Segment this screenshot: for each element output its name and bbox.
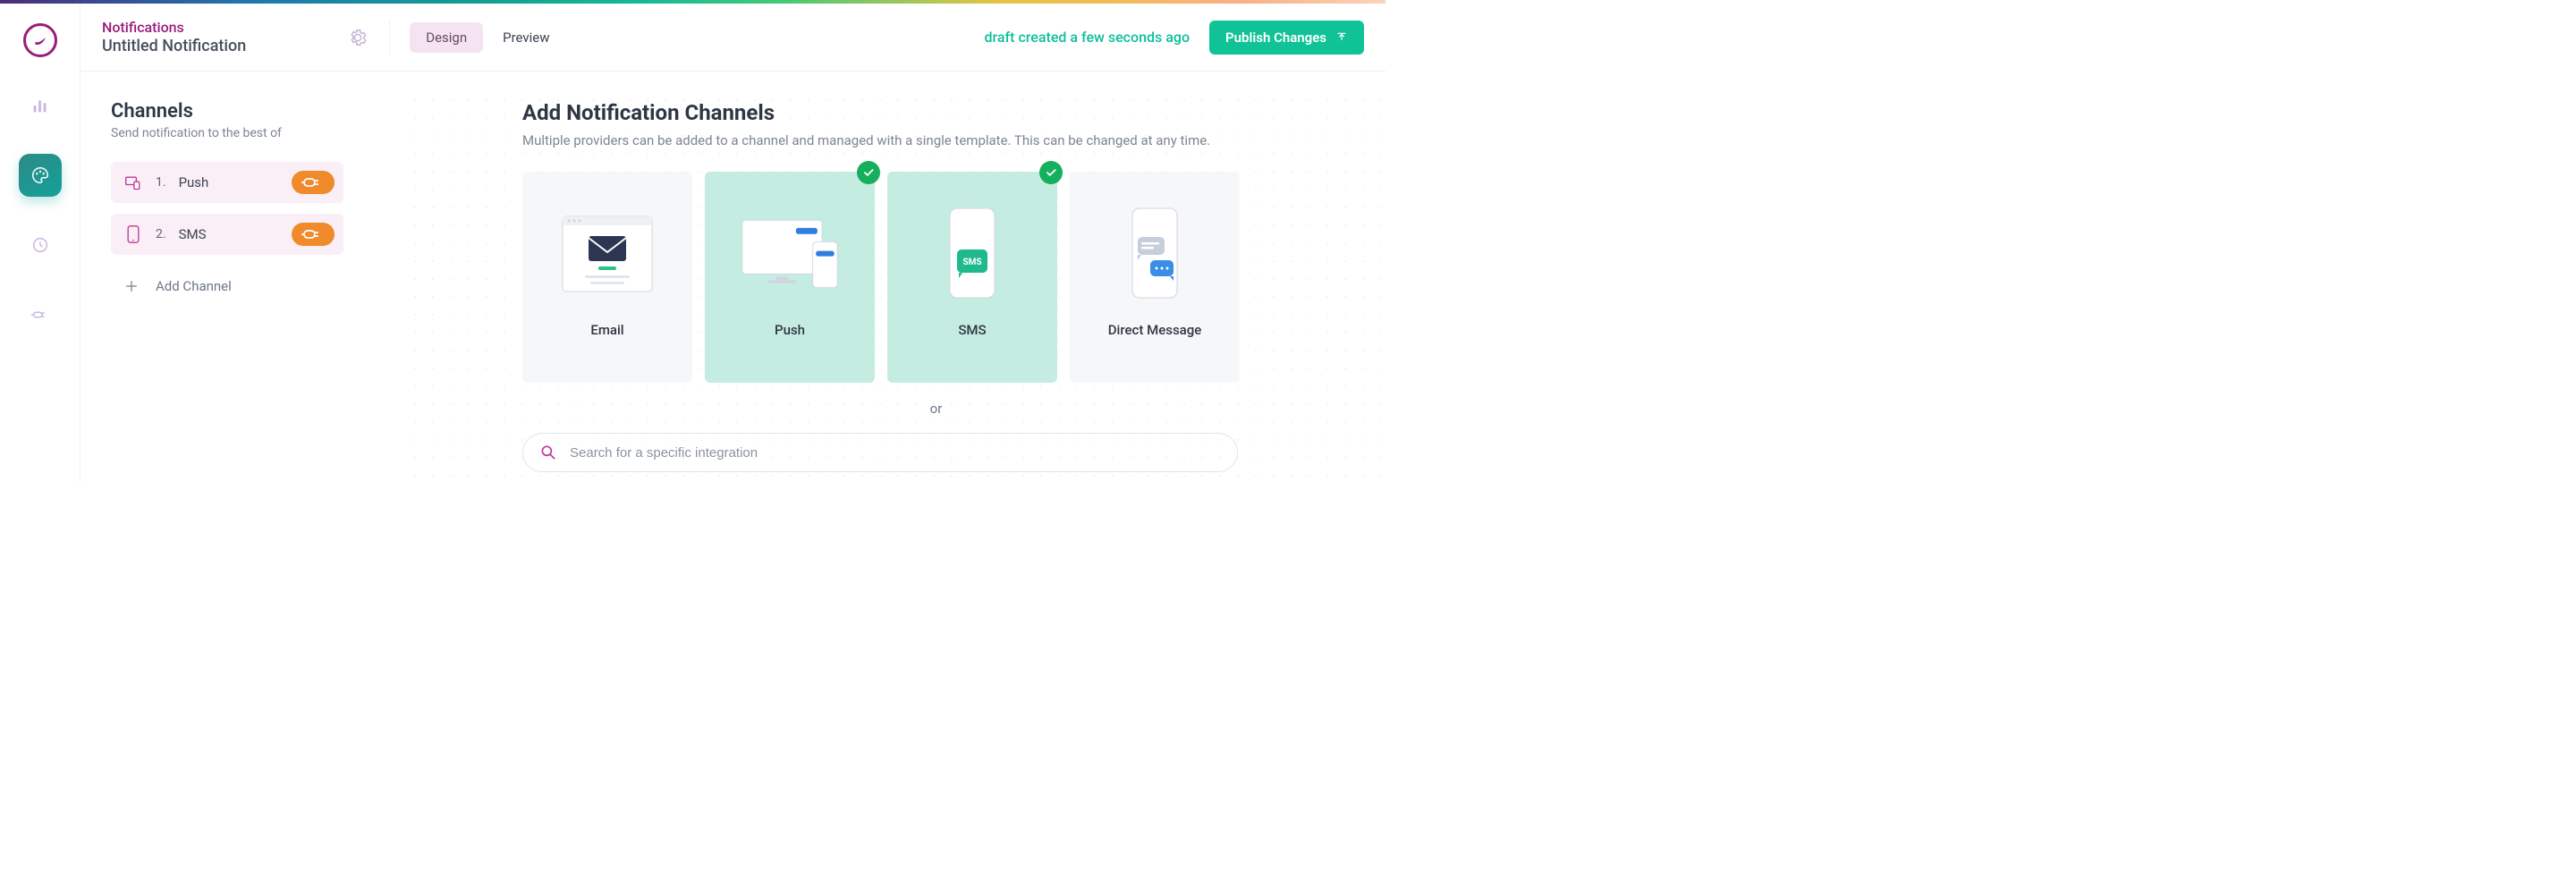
card-label: SMS: [958, 322, 986, 338]
search-icon: [539, 444, 557, 461]
page-title[interactable]: Untitled Notification: [102, 37, 246, 55]
channel-picker-panel: Add Notification Channels Multiple provi…: [433, 100, 1385, 482]
header-divider: [389, 21, 390, 55]
publish-button-label: Publish Changes: [1225, 30, 1326, 46]
nav-history[interactable]: [19, 224, 62, 266]
phone-icon: [123, 225, 143, 243]
card-label: Push: [775, 322, 805, 338]
channel-row-sms[interactable]: 2. SMS: [111, 214, 343, 255]
channel-row-label: Push: [179, 174, 279, 190]
title-block: Notifications Untitled Notification: [102, 19, 246, 55]
check-icon: [857, 161, 880, 184]
channels-title: Channels: [111, 100, 433, 123]
channel-row-push[interactable]: 1. Push: [111, 162, 343, 203]
channel-row-index: 1.: [156, 175, 166, 190]
channel-card-sms[interactable]: SMS SMS: [887, 172, 1057, 383]
nav-integrations[interactable]: [19, 293, 62, 336]
nav-analytics[interactable]: [19, 84, 62, 127]
devices-icon: [123, 173, 143, 191]
channel-card-dm[interactable]: Direct Message: [1070, 172, 1240, 383]
picker-subtitle: Multiple providers can be added to a cha…: [522, 132, 1350, 148]
channel-card-email[interactable]: Email: [522, 172, 692, 383]
add-channel-label: Add Channel: [156, 278, 232, 294]
channel-plug-badge[interactable]: [292, 171, 335, 194]
settings-button[interactable]: [346, 26, 369, 49]
or-separator: or: [522, 401, 1350, 417]
plus-icon: [123, 278, 140, 294]
add-channel-button[interactable]: Add Channel: [111, 266, 343, 307]
integration-search[interactable]: [522, 433, 1238, 472]
card-label: Direct Message: [1108, 322, 1202, 338]
integration-search-input[interactable]: [570, 445, 1221, 461]
publish-button[interactable]: Publish Changes: [1209, 21, 1364, 55]
card-label: Email: [590, 322, 623, 338]
nav-designer[interactable]: [19, 154, 62, 197]
channel-row-index: 2.: [156, 227, 166, 241]
upload-icon: [1335, 31, 1348, 44]
svg-text:SMS: SMS: [962, 258, 981, 267]
push-icon: [736, 209, 843, 299]
draft-status: draft created a few seconds ago: [984, 29, 1190, 46]
channels-panel: Channels Send notification to the best o…: [111, 100, 433, 482]
channels-subtitle: Send notification to the best of: [111, 126, 433, 140]
breadcrumb[interactable]: Notifications: [102, 19, 246, 36]
direct-message-icon: [1101, 209, 1208, 299]
tab-design[interactable]: Design: [410, 22, 483, 53]
channel-plug-badge[interactable]: [292, 223, 335, 246]
view-segmented: Design Preview: [410, 22, 565, 53]
tab-preview[interactable]: Preview: [487, 22, 565, 53]
app-logo[interactable]: [23, 23, 57, 57]
sidebar: [0, 4, 80, 482]
channel-cards: Email: [522, 172, 1350, 383]
picker-title: Add Notification Channels: [522, 100, 1350, 125]
sms-icon: SMS: [919, 209, 1026, 299]
email-icon: [554, 209, 661, 299]
channel-row-label: SMS: [179, 226, 279, 242]
header: Notifications Untitled Notification Desi…: [80, 4, 1385, 72]
channel-card-push[interactable]: Push: [705, 172, 875, 383]
check-icon: [1039, 161, 1063, 184]
